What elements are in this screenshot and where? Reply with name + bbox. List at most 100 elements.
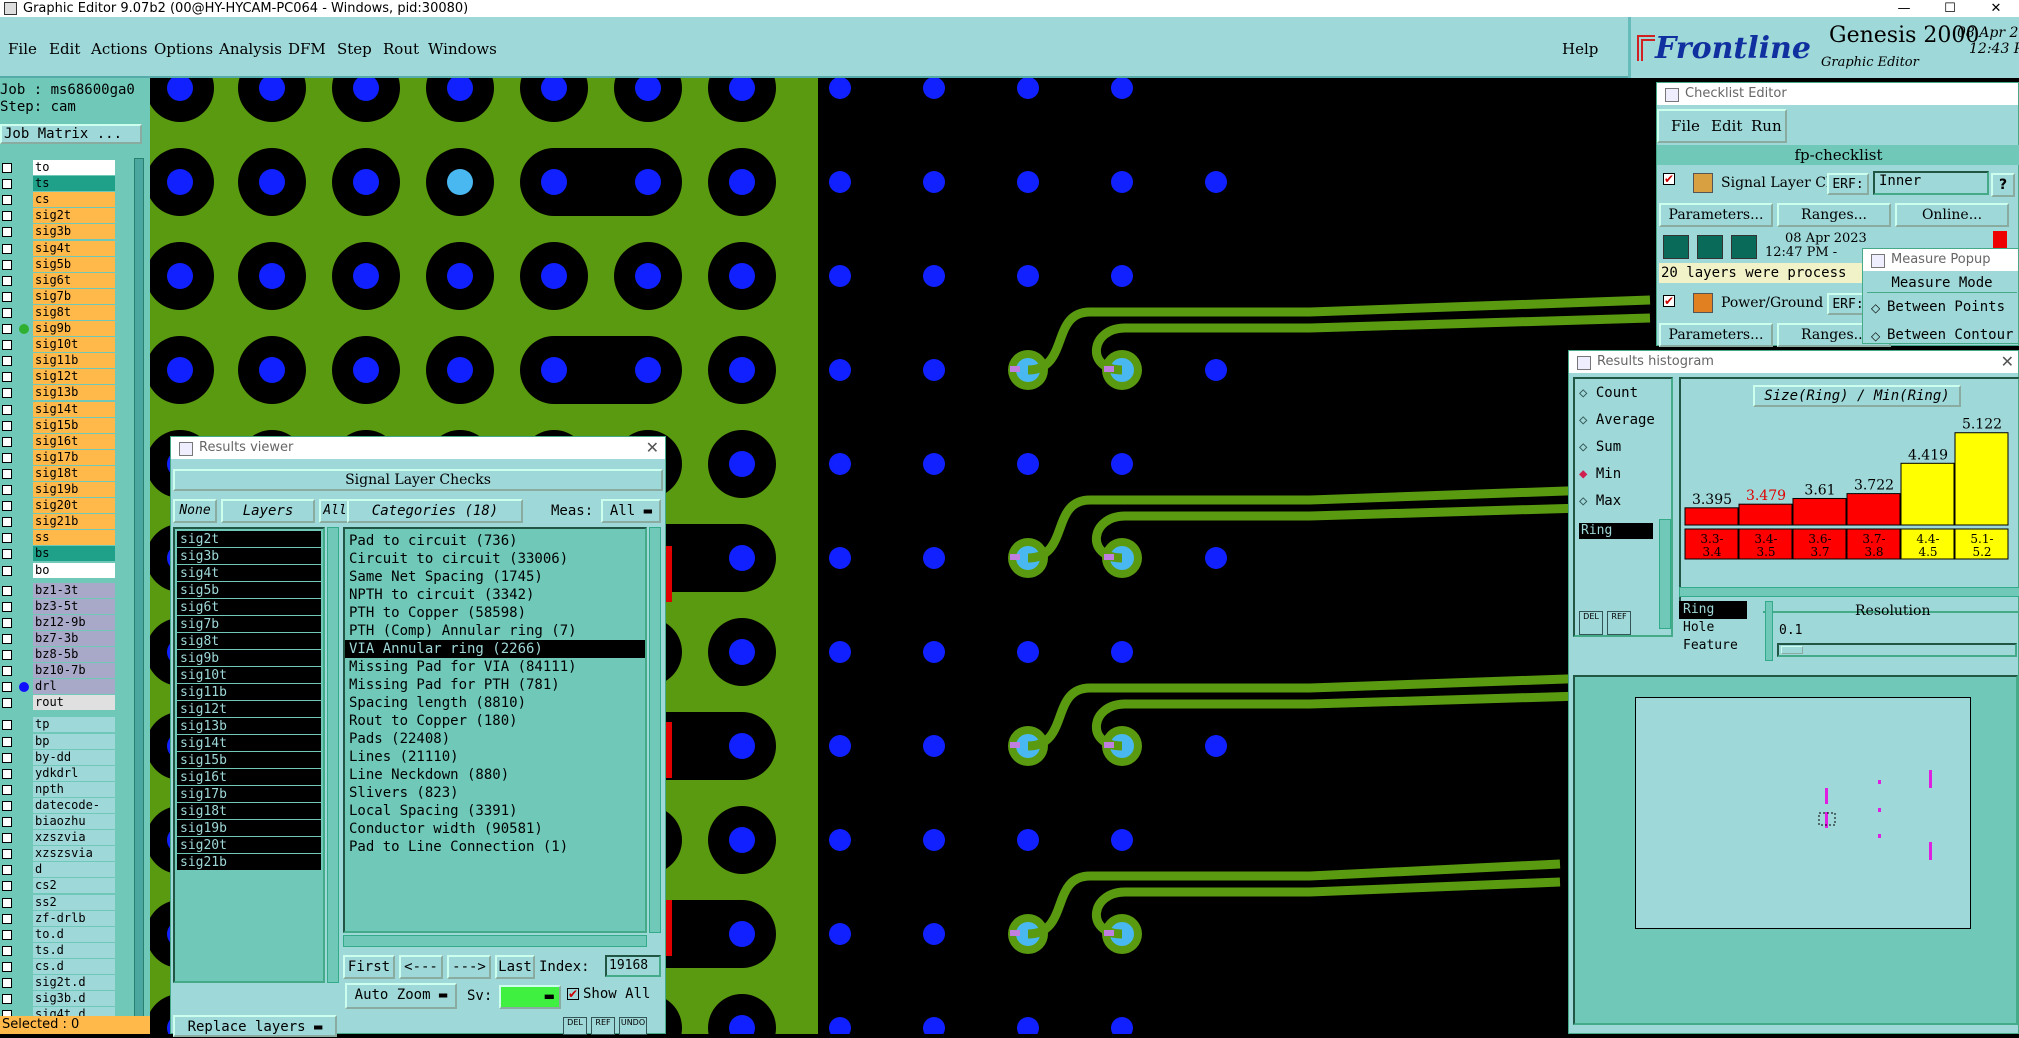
histogram-bars[interactable]: 3.395 3.3-3.4 3.479 3.4-3.5 3.61 3.6-3.7 3.722… [1681, 411, 2018, 611]
layer-checkbox[interactable] [2, 291, 12, 302]
layer-row[interactable]: sig4t [0, 240, 120, 257]
layer-checkbox[interactable] [2, 436, 12, 447]
result-layer-item[interactable]: sig2t [177, 531, 321, 548]
histogram-option-average[interactable]: ◇ Average [1579, 412, 1655, 428]
category-item[interactable]: PTH (Comp) Annular ring (7) [345, 622, 645, 640]
online-button[interactable]: Online... [1895, 203, 2009, 227]
layer-row[interactable]: sig16t [0, 433, 120, 450]
category-item[interactable]: Pads (22408) [345, 730, 645, 748]
close-button[interactable]: ✕ [1973, 0, 2019, 17]
category-item[interactable]: Missing Pad for PTH (781) [345, 676, 645, 694]
layer-row[interactable]: bp [0, 733, 120, 750]
layer-checkbox[interactable] [2, 994, 12, 1005]
menu-edit[interactable]: Edit [49, 40, 80, 58]
layer-name[interactable]: sig20t [33, 498, 115, 514]
histogram-bar[interactable] [1900, 462, 1955, 526]
check1-name[interactable]: Signal Layer Ch [1721, 175, 1835, 191]
resolution-item[interactable]: Feature [1679, 637, 1747, 655]
histogram-bar[interactable] [1684, 507, 1739, 526]
layer-name[interactable]: datecode-pbc [33, 797, 115, 827]
layer-checkbox[interactable] [2, 978, 12, 988]
layer-checkbox[interactable] [2, 752, 12, 763]
layer-row[interactable]: sig14t [0, 401, 120, 418]
erf-input[interactable]: Inner [1873, 171, 1989, 195]
layer-checkbox[interactable] [2, 650, 12, 660]
result-layer-item[interactable]: sig15b [177, 752, 321, 769]
run-icon[interactable] [1663, 235, 1689, 259]
layer-row[interactable]: xzszsvia [0, 846, 120, 862]
category-item[interactable]: Line Neckdown (880) [345, 766, 645, 784]
layer-checkbox[interactable] [2, 897, 12, 908]
layer-row[interactable]: bz10-7b [0, 663, 120, 679]
layer-checkbox[interactable] [2, 961, 12, 972]
layer-checkbox[interactable] [2, 833, 12, 844]
layer-row[interactable]: bs [0, 546, 120, 562]
layer-checkbox[interactable] [2, 682, 12, 693]
layer-row[interactable]: sig2t.d [0, 975, 120, 991]
layer-name[interactable]: bz12-9b [33, 614, 115, 630]
category-item[interactable]: Pad to Line Connection (1) [345, 838, 645, 856]
histogram-bar[interactable] [1846, 493, 1901, 526]
result-layer-item[interactable]: sig5b [177, 582, 321, 599]
layer-name[interactable]: bz3-5t [33, 598, 115, 614]
layer-row[interactable]: sig11b [0, 353, 120, 369]
layer-name[interactable]: bp [33, 733, 115, 749]
checklist-menu-file[interactable]: File [1671, 117, 1700, 135]
layer-row[interactable]: sig20t [0, 498, 120, 514]
layer-row[interactable]: sig8t [0, 304, 120, 321]
layer-name[interactable]: sig21b [33, 514, 115, 530]
layer-checkbox[interactable] [2, 929, 12, 940]
category-item[interactable]: Circuit to circuit (33006) [345, 550, 645, 568]
layer-row[interactable]: sig19b [0, 482, 120, 498]
layer-name[interactable]: npth [33, 781, 115, 797]
parameters2-button[interactable]: Parameters... [1659, 323, 1773, 347]
layer-row[interactable]: sig10t [0, 337, 120, 353]
layer-checkbox[interactable] [2, 617, 12, 628]
layer-name[interactable]: xzszsvia [33, 846, 115, 862]
check1-checkbox[interactable]: ✔ [1663, 173, 1675, 185]
layer-name[interactable]: bz10-7b [33, 663, 115, 679]
layer-checkbox[interactable] [2, 768, 12, 779]
category-list[interactable]: Pad to circuit (736) Circuit to circuit (… [343, 527, 647, 933]
menu-step[interactable]: Step [337, 40, 372, 58]
layer-checkbox[interactable] [2, 784, 12, 795]
run-step-icon[interactable] [1731, 235, 1757, 259]
sv-color-select[interactable]: ▬ [499, 985, 561, 1009]
layer-name[interactable]: sig2t [33, 208, 115, 224]
layer-checkbox[interactable] [2, 817, 12, 827]
layer-name[interactable]: sig5b [33, 256, 115, 272]
layer-name[interactable]: sig3b.d [33, 991, 115, 1007]
layer-row[interactable]: ss [0, 530, 120, 546]
layer-name[interactable]: drl [33, 679, 115, 695]
menu-help[interactable]: Help [1562, 40, 1598, 58]
category-item[interactable]: Spacing length (8810) [345, 694, 645, 712]
result-layer-item[interactable]: sig20t [177, 837, 321, 854]
result-layer-item[interactable]: sig13b [177, 718, 321, 735]
layer-row[interactable]: sig6t [0, 272, 120, 289]
layer-checkbox[interactable] [2, 420, 12, 431]
layer-name[interactable]: ydkdrl [33, 765, 115, 781]
layer-row[interactable]: zf-drlb [0, 910, 120, 927]
close-icon[interactable]: ✕ [646, 438, 659, 457]
category-scrollbar[interactable] [649, 527, 661, 933]
result-layer-item[interactable]: sig12t [177, 701, 321, 718]
menu-rout[interactable]: Rout [383, 40, 419, 58]
category-item[interactable]: Same Net Spacing (1745) [345, 568, 645, 586]
layer-name[interactable]: xzszvia [33, 830, 115, 846]
layer-checkbox[interactable] [2, 698, 12, 709]
menu-windows[interactable]: Windows [428, 40, 497, 58]
layer-row[interactable]: sig5b [0, 256, 120, 273]
chart-scrollbar[interactable] [1679, 587, 2019, 597]
histogram-bar[interactable] [1954, 432, 2009, 526]
layer-name[interactable]: sig6t [33, 272, 115, 288]
result-layer-item[interactable]: sig10t [177, 667, 321, 684]
layer-checkbox[interactable] [2, 163, 12, 173]
show-all-checkbox[interactable]: ✔ [567, 988, 579, 1000]
layer-checkbox[interactable] [2, 501, 12, 512]
layer-checkbox[interactable] [2, 549, 12, 560]
help-button[interactable]: ? [1991, 173, 2015, 197]
layer-row[interactable]: cs.d [0, 958, 120, 975]
category-item[interactable]: Lines (21110) [345, 748, 645, 766]
layer-row[interactable]: drl [0, 679, 120, 695]
checklist-menu-edit[interactable]: Edit [1711, 117, 1742, 135]
